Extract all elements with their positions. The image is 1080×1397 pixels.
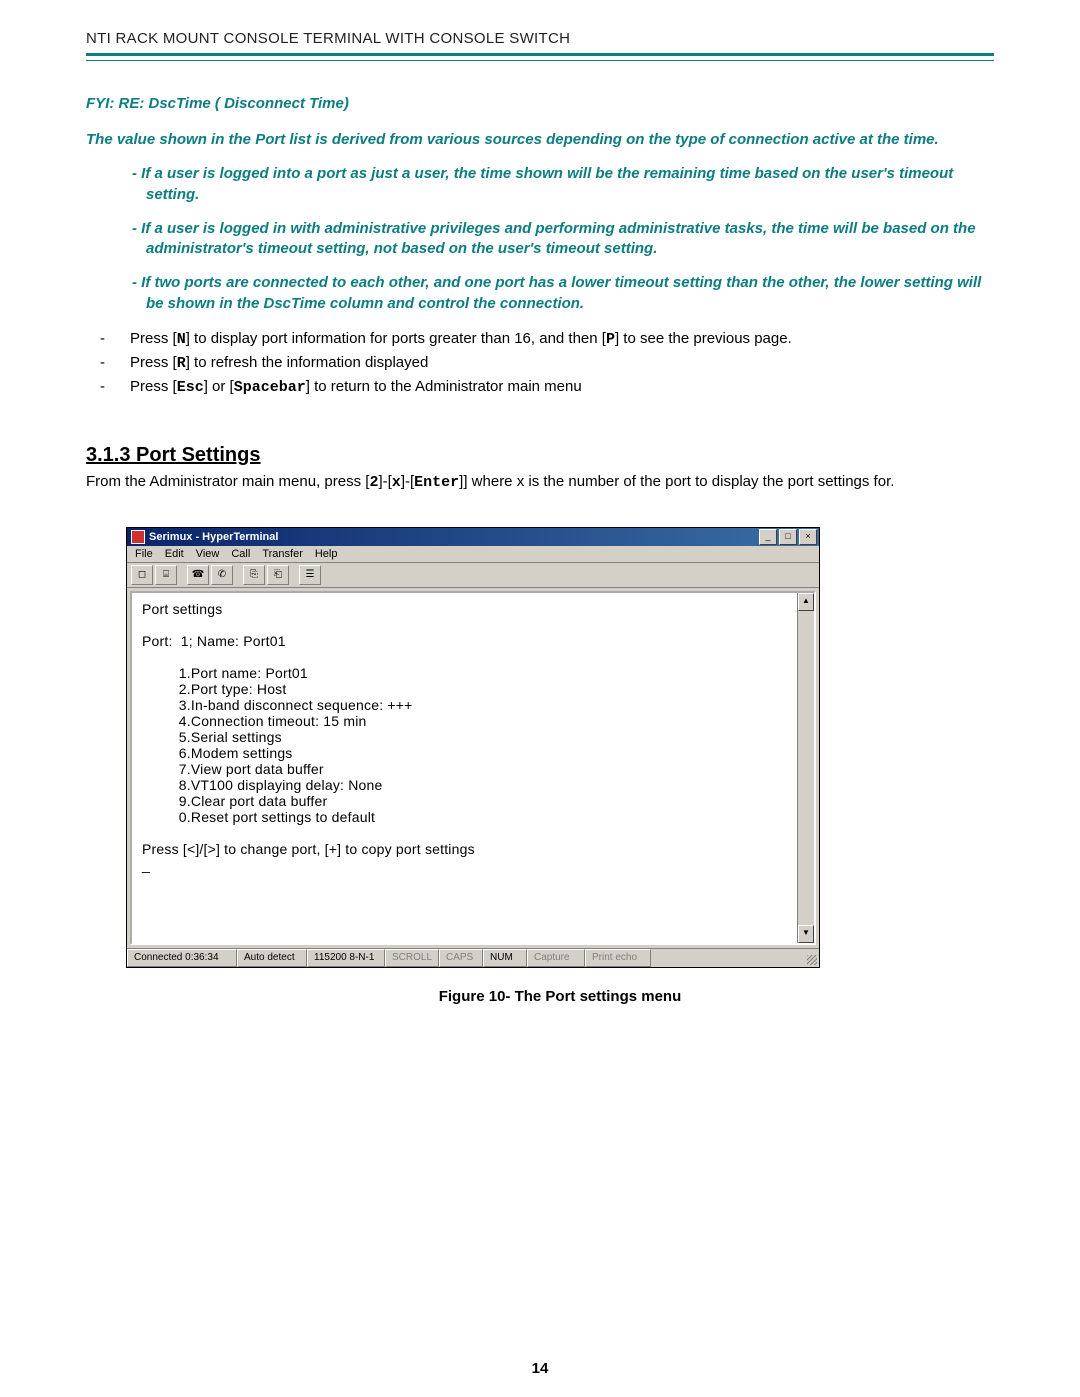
status-num: NUM (483, 949, 527, 967)
status-caps: CAPS (439, 949, 483, 967)
call-icon[interactable]: ☎ (187, 565, 209, 585)
scroll-down-button[interactable]: ▼ (798, 925, 814, 943)
open-icon[interactable]: ⌸ (155, 565, 177, 585)
menu-view[interactable]: View (196, 548, 220, 560)
press-list: Press [N] to display port information fo… (86, 328, 994, 398)
status-capture: Capture (527, 949, 585, 967)
press-item-esc: Press [Esc] or [Spacebar] to return to t… (100, 376, 994, 398)
toolbar: ◻ ⌸ ☎ ✆ ⎘ ⎗ ☰ (127, 563, 819, 588)
close-button[interactable]: × (799, 529, 817, 545)
fyi-bullet: If two ports are connected to each other… (132, 273, 994, 314)
scroll-up-button[interactable]: ▲ (798, 593, 814, 611)
app-icon (131, 530, 145, 544)
fyi-bullet-list: If a user is logged into a port as just … (132, 164, 994, 314)
menu-file[interactable]: File (135, 548, 153, 560)
header-rule (86, 53, 994, 61)
client-area: Port settings Port: 1; Name: Port01 1.Po… (127, 588, 819, 948)
titlebar[interactable]: Serimux - HyperTerminal _ □ × (127, 528, 819, 546)
figure-caption: Figure 10- The Port settings menu (126, 988, 994, 1005)
fyi-heading: FYI: RE: DscTime ( Disconnect Time) (86, 95, 994, 112)
section-body: From the Administrator main menu, press … (86, 473, 994, 491)
menu-help[interactable]: Help (315, 548, 338, 560)
menu-edit[interactable]: Edit (165, 548, 184, 560)
fyi-body: The value shown in the Port list is deri… (86, 130, 994, 150)
status-connected: Connected 0:36:34 (127, 949, 237, 967)
menu-transfer[interactable]: Transfer (262, 548, 303, 560)
new-icon[interactable]: ◻ (131, 565, 153, 585)
receive-icon[interactable]: ⎗ (267, 565, 289, 585)
minimize-button[interactable]: _ (759, 529, 777, 545)
properties-icon[interactable]: ☰ (299, 565, 321, 585)
statusbar: Connected 0:36:34 Auto detect 115200 8-N… (127, 948, 819, 967)
maximize-button[interactable]: □ (779, 529, 797, 545)
page-number: 14 (0, 1360, 1080, 1377)
fyi-bullet: If a user is logged in with administrati… (132, 219, 994, 260)
menubar: File Edit View Call Transfer Help (127, 546, 819, 563)
figure-hyperterminal: Serimux - HyperTerminal _ □ × File Edit … (126, 527, 994, 1005)
status-line: 115200 8-N-1 (307, 949, 385, 967)
resize-grip-icon[interactable] (801, 949, 819, 967)
terminal-output: Port settings Port: 1; Name: Port01 1.Po… (132, 593, 814, 881)
section-title: 3.1.3 Port Settings (86, 444, 994, 467)
status-scroll: SCROLL (385, 949, 439, 967)
status-detect: Auto detect (237, 949, 307, 967)
send-icon[interactable]: ⎘ (243, 565, 265, 585)
window-title: Serimux - HyperTerminal (149, 531, 278, 543)
vertical-scrollbar[interactable]: ▲ ▼ (797, 593, 814, 943)
disconnect-icon[interactable]: ✆ (211, 565, 233, 585)
press-item-n: Press [N] to display port information fo… (100, 328, 994, 350)
page-header: NTI RACK MOUNT CONSOLE TERMINAL WITH CON… (86, 30, 994, 47)
fyi-bullet: If a user is logged into a port as just … (132, 164, 994, 205)
menu-call[interactable]: Call (231, 548, 250, 560)
hyperterminal-window: Serimux - HyperTerminal _ □ × File Edit … (126, 527, 820, 968)
press-item-r: Press [R] to refresh the information dis… (100, 352, 994, 374)
status-echo: Print echo (585, 949, 651, 967)
